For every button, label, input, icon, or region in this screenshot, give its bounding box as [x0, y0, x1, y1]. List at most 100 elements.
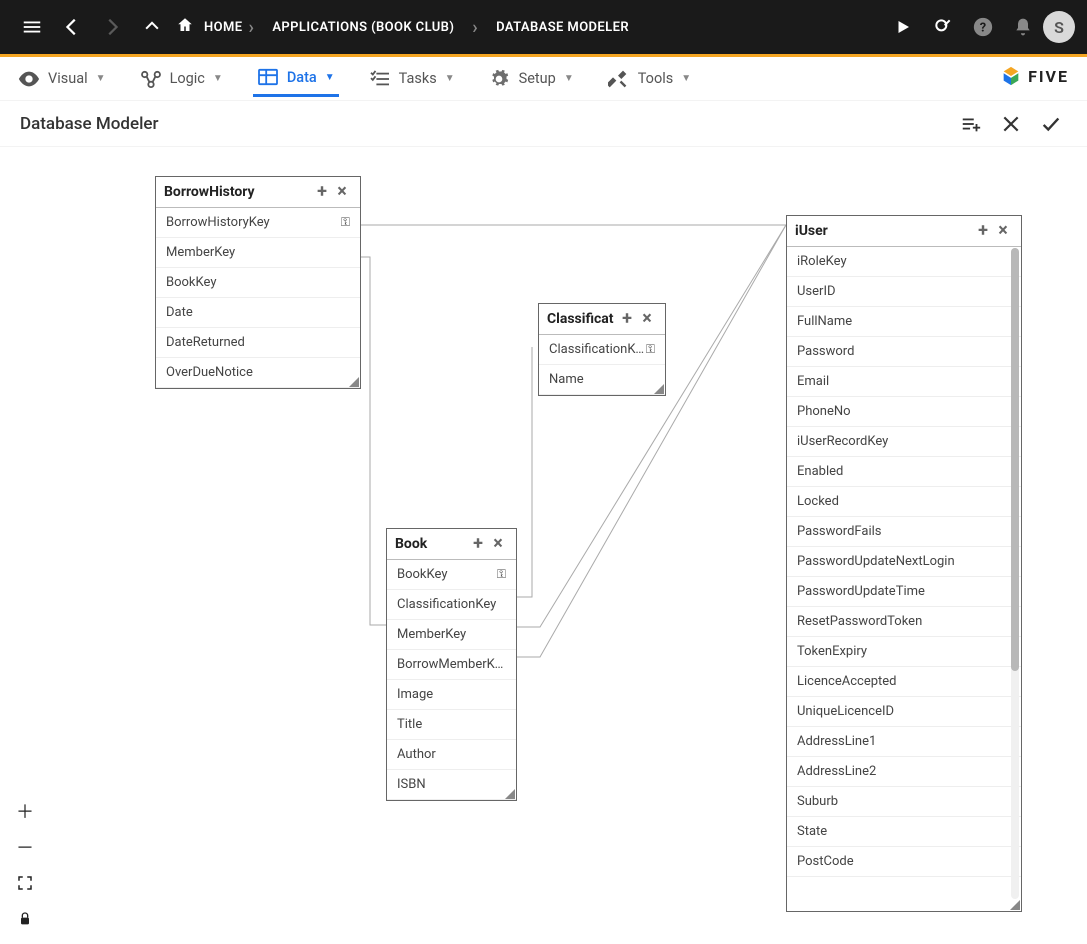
tab-tasks[interactable]: Tasks▼ [365, 62, 459, 96]
lock-button[interactable] [12, 906, 38, 932]
table-row[interactable]: Date [156, 298, 360, 328]
key-icon: ⚿ [646, 342, 655, 357]
table-row[interactable]: UniqueLicenceID [787, 697, 1021, 727]
table-row[interactable]: Enabled [787, 457, 1021, 487]
crumb-applications[interactable]: APPLICATIONS (BOOK CLUB) [272, 20, 454, 35]
table-borrowhistory[interactable]: BorrowHistory + × BorrowHistoryKey⚿ Memb… [155, 176, 361, 389]
table-row[interactable]: LicenceAccepted [787, 667, 1021, 697]
table-row[interactable]: Locked [787, 487, 1021, 517]
table-row[interactable]: DateReturned [156, 328, 360, 358]
zoom-in-button[interactable]: ＋ [12, 798, 38, 824]
table-row[interactable]: Name [539, 365, 665, 395]
table-row[interactable]: ClassificationKey⚿ [539, 335, 665, 365]
resize-handle[interactable] [505, 789, 515, 799]
add-field-icon[interactable]: + [617, 310, 637, 328]
key-icon: ⚿ [341, 215, 350, 230]
close-icon[interactable]: × [637, 310, 657, 328]
table-row[interactable]: iUserRecordKey [787, 427, 1021, 457]
table-row[interactable]: PasswordFails [787, 517, 1021, 547]
home-icon[interactable] [176, 16, 194, 38]
scrollbar[interactable] [1011, 248, 1019, 899]
table-row[interactable]: MemberKey [387, 620, 516, 650]
table-row[interactable]: BookKey [156, 268, 360, 298]
data-icon [257, 68, 279, 86]
crumb-home[interactable]: HOME [204, 20, 242, 35]
chevron-right-icon: › [248, 17, 254, 38]
fullscreen-button[interactable] [12, 870, 38, 896]
table-row[interactable]: Author [387, 740, 516, 770]
run-icon[interactable] [883, 7, 923, 47]
table-row[interactable]: ClassificationKey [387, 590, 516, 620]
table-row[interactable]: AddressLine1 [787, 727, 1021, 757]
forward-icon [92, 7, 132, 47]
table-row[interactable]: BorrowMemberKey [387, 650, 516, 680]
table-row[interactable]: Image [387, 680, 516, 710]
breadcrumb: HOME › APPLICATIONS (BOOK CLUB) › DATABA… [176, 16, 629, 38]
table-row[interactable]: BorrowHistoryKey⚿ [156, 208, 360, 238]
search-icon[interactable] [923, 7, 963, 47]
table-row[interactable]: MemberKey [156, 238, 360, 268]
table-iuser[interactable]: iUser + × iRoleKey UserID FullName Passw… [786, 215, 1022, 912]
gear-icon [489, 69, 511, 89]
resize-handle[interactable] [349, 377, 359, 387]
close-icon[interactable]: × [332, 183, 352, 201]
tab-data-label: Data [287, 69, 317, 86]
add-field-icon[interactable]: + [468, 535, 488, 553]
back-icon[interactable] [52, 7, 92, 47]
add-field-icon[interactable]: + [312, 183, 332, 201]
table-row[interactable]: ISBN [387, 770, 516, 800]
key-icon: ⚿ [497, 567, 506, 582]
tab-logic[interactable]: Logic▼ [136, 62, 227, 96]
table-classification[interactable]: Classificat + × ClassificationKey⚿ Name [538, 303, 666, 396]
table-row[interactable]: Suburb [787, 787, 1021, 817]
resize-handle[interactable] [1010, 900, 1020, 910]
tab-tasks-label: Tasks [399, 70, 437, 87]
up-icon[interactable] [132, 7, 172, 47]
table-title: BorrowHistory [164, 184, 312, 200]
brand-text: FIVE [1028, 67, 1069, 86]
eye-icon [18, 71, 40, 87]
add-field-icon[interactable]: + [973, 222, 993, 240]
table-row[interactable]: PhoneNo [787, 397, 1021, 427]
table-row[interactable]: FullName [787, 307, 1021, 337]
table-row[interactable]: iRoleKey [787, 247, 1021, 277]
tab-logic-label: Logic [170, 70, 205, 87]
page-title: Database Modeler [20, 114, 159, 134]
table-row[interactable]: AddressLine2 [787, 757, 1021, 787]
avatar[interactable]: S [1043, 11, 1075, 43]
close-icon[interactable]: × [488, 535, 508, 553]
help-icon[interactable]: ? [963, 7, 1003, 47]
cancel-button[interactable] [991, 104, 1031, 144]
notifications-icon[interactable] [1003, 7, 1043, 47]
table-title: Book [395, 536, 468, 552]
table-row[interactable]: State [787, 817, 1021, 847]
table-row[interactable]: Title [387, 710, 516, 740]
table-row[interactable]: UserID [787, 277, 1021, 307]
crumb-modeler[interactable]: DATABASE MODELER [496, 20, 629, 35]
table-row[interactable]: OverDueNotice [156, 358, 360, 388]
brand-logo: FIVE [1000, 65, 1069, 87]
logic-icon [140, 70, 162, 88]
menu-icon[interactable] [12, 7, 52, 47]
tab-tools[interactable]: Tools▼ [604, 61, 695, 97]
table-row[interactable]: Password [787, 337, 1021, 367]
tools-icon [608, 69, 630, 89]
table-row[interactable]: PostCode [787, 847, 1021, 877]
table-row[interactable]: ResetPasswordToken [787, 607, 1021, 637]
table-row[interactable]: PasswordUpdateTime [787, 577, 1021, 607]
resize-handle[interactable] [654, 384, 664, 394]
table-row[interactable]: BookKey⚿ [387, 560, 516, 590]
table-row[interactable]: TokenExpiry [787, 637, 1021, 667]
table-row[interactable]: PasswordUpdateNextLogin [787, 547, 1021, 577]
table-book[interactable]: Book + × BookKey⚿ ClassificationKey Memb… [386, 528, 517, 801]
chevron-right-icon: › [472, 17, 478, 38]
tab-setup[interactable]: Setup▼ [485, 61, 578, 97]
save-button[interactable] [1031, 104, 1071, 144]
zoom-out-button[interactable]: － [12, 834, 38, 860]
close-icon[interactable]: × [993, 222, 1013, 240]
table-title: iUser [795, 223, 973, 239]
add-table-button[interactable] [951, 104, 991, 144]
table-row[interactable]: Email [787, 367, 1021, 397]
tab-data[interactable]: Data▼ [253, 60, 339, 97]
tab-visual[interactable]: Visual▼ [14, 62, 110, 95]
